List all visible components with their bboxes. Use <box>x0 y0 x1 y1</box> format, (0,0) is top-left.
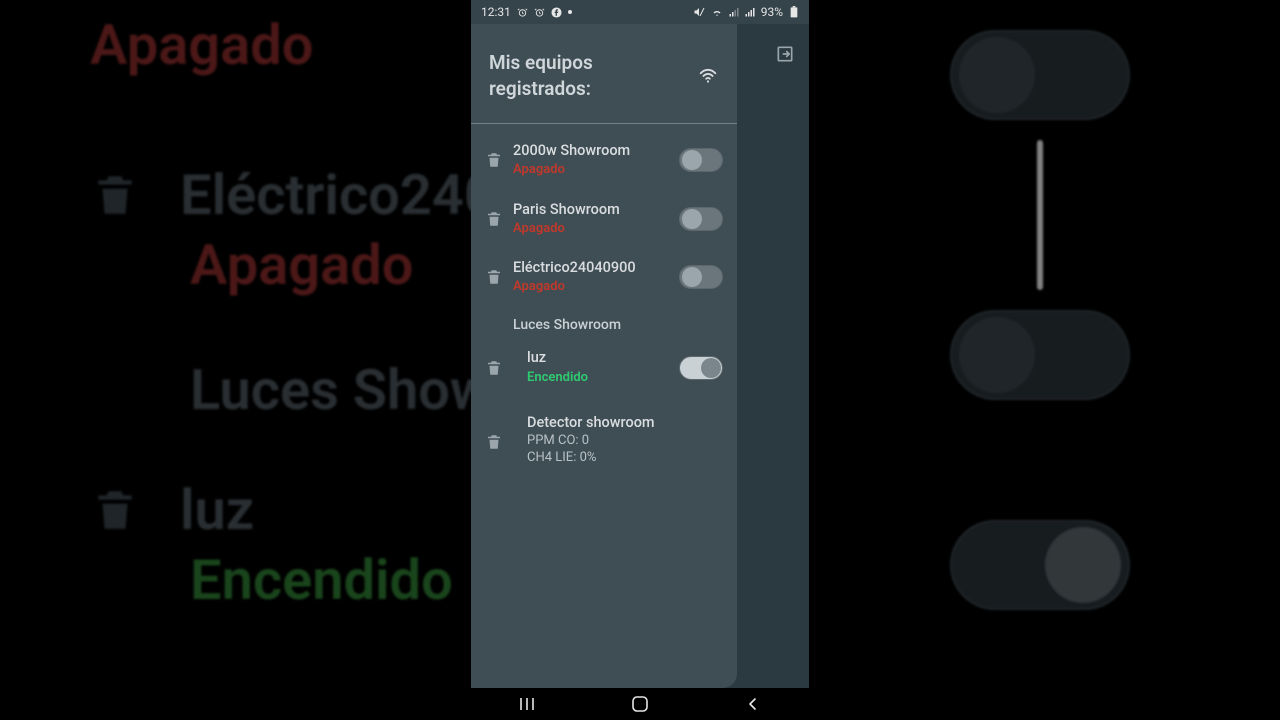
battery-icon <box>789 6 799 18</box>
device-status: Apagado <box>513 221 669 237</box>
detector-title: Detector showroom <box>527 414 723 432</box>
bg-toggle-off <box>950 310 1130 400</box>
device-name: Eléctrico24040900 <box>513 259 669 277</box>
alarm-icon <box>517 7 528 18</box>
bg-toggle-on <box>950 520 1130 610</box>
app-area: Mis equipos registrados: <box>471 24 809 688</box>
status-bar: 12:31 93% <box>471 0 809 24</box>
app-main-behind-drawer[interactable] <box>737 24 809 688</box>
facebook-icon <box>551 7 562 18</box>
device-toggle[interactable] <box>679 356 723 380</box>
detector-row[interactable]: Detector showroom PPM CO: 0 CH4 LIE: 0% <box>481 406 727 475</box>
cell-signal-icon <box>745 7 755 17</box>
device-list[interactable]: 2000w Showroom Apagado Paris Showroom Ap… <box>471 124 737 485</box>
exit-icon[interactable] <box>775 44 795 64</box>
device-name: 2000w Showroom <box>513 142 669 160</box>
device-name: luz <box>527 349 669 367</box>
cell-signal-icon <box>729 7 739 17</box>
mute-icon <box>693 6 705 18</box>
side-drawer[interactable]: Mis equipos registrados: <box>471 24 737 688</box>
device-toggle[interactable] <box>679 207 723 231</box>
divider <box>471 123 737 124</box>
bg-device-name: luz <box>180 475 254 545</box>
detector-line: CH4 LIE: 0% <box>527 449 723 467</box>
bg-toggle-off <box>950 30 1130 120</box>
drawer-title-line1: Mis equipos <box>489 51 593 74</box>
device-status: Apagado <box>513 162 669 178</box>
drawer-title: Mis equipos registrados: <box>489 50 593 101</box>
home-button[interactable] <box>610 695 670 713</box>
trash-icon[interactable] <box>485 209 503 229</box>
device-toggle[interactable] <box>679 265 723 289</box>
android-nav-bar <box>471 688 809 720</box>
bg-right-column <box>800 0 1280 720</box>
device-row[interactable]: Eléctrico24040900 Apagado <box>481 251 727 303</box>
device-toggle[interactable] <box>679 148 723 172</box>
drawer-header: Mis equipos registrados: <box>471 24 737 123</box>
trash-icon <box>90 480 140 540</box>
drawer-title-line2: registrados: <box>489 77 591 100</box>
more-notifications-dot <box>568 10 572 14</box>
back-button[interactable] <box>723 697 783 711</box>
detector-line: PPM CO: 0 <box>527 432 723 450</box>
device-name: Paris Showroom <box>513 201 669 219</box>
bg-device-name: Eléctrico240 <box>180 160 496 230</box>
status-time: 12:31 <box>481 5 511 19</box>
wifi-signal-icon <box>711 7 723 17</box>
phone-frame: 12:31 93% Mis equipos regist <box>471 0 809 720</box>
video-frame: Apagado Eléctrico240 Apagado Luces Show … <box>0 0 1280 720</box>
device-row[interactable]: Paris Showroom Apagado <box>481 193 727 245</box>
group-title: Luces Showroom <box>481 309 727 335</box>
trash-icon[interactable] <box>485 150 503 170</box>
trash-icon[interactable] <box>485 358 503 378</box>
device-status: Apagado <box>513 279 669 295</box>
device-row[interactable]: 2000w Showroom Apagado <box>481 134 727 186</box>
bg-scroll-indicator <box>1037 140 1043 290</box>
wifi-icon[interactable] <box>697 65 719 87</box>
battery-percent: 93% <box>761 5 783 19</box>
alarm-icon <box>534 7 545 18</box>
trash-icon[interactable] <box>485 432 503 452</box>
device-status: Encendido <box>527 370 669 386</box>
trash-icon <box>90 165 140 225</box>
device-row[interactable]: luz Encendido <box>481 341 727 393</box>
recents-button[interactable] <box>497 697 557 711</box>
trash-icon[interactable] <box>485 267 503 287</box>
